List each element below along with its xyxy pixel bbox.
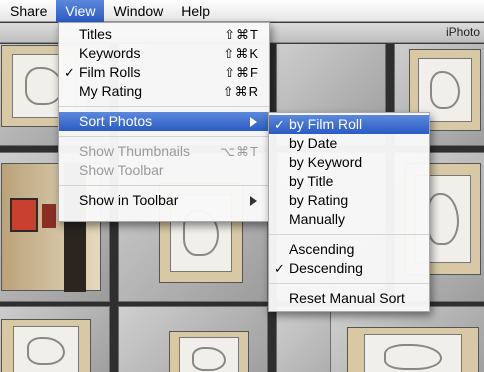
menu-item-label: Show Toolbar bbox=[79, 162, 164, 178]
menu-bar: Share View Window Help bbox=[0, 0, 484, 22]
menu-item-label: Reset Manual Sort bbox=[289, 290, 405, 306]
menu-item-by-title[interactable]: by Title bbox=[269, 172, 429, 191]
checkmark-icon: ✓ bbox=[64, 65, 75, 80]
menu-window[interactable]: Window bbox=[104, 0, 172, 22]
menu-item-my-rating[interactable]: My Rating ⇧⌘R bbox=[59, 82, 269, 101]
shortcut-label: ⇧⌘T bbox=[224, 27, 259, 42]
menu-share[interactable]: Share bbox=[0, 0, 56, 22]
menu-item-descending[interactable]: ✓ Descending bbox=[269, 259, 429, 278]
menu-separator bbox=[59, 185, 269, 186]
menu-item-label: My Rating bbox=[79, 83, 143, 99]
menu-item-keywords[interactable]: Keywords ⇧⌘K bbox=[59, 44, 269, 63]
menu-item-titles[interactable]: Titles ⇧⌘T bbox=[59, 25, 269, 44]
menu-separator bbox=[59, 136, 269, 137]
checkmark-icon: ✓ bbox=[274, 117, 285, 132]
menu-item-sort-photos[interactable]: Sort Photos bbox=[59, 112, 269, 131]
menu-item-by-rating[interactable]: by Rating bbox=[269, 191, 429, 210]
menu-help[interactable]: Help bbox=[172, 0, 219, 22]
thumbnail[interactable] bbox=[118, 306, 268, 372]
view-menu: Titles ⇧⌘T Keywords ⇧⌘K ✓ Film Rolls ⇧⌘F… bbox=[58, 22, 270, 222]
menu-item-by-film-roll[interactable]: ✓ by Film Roll bbox=[269, 115, 429, 134]
photo bbox=[1, 319, 91, 372]
menu-item-by-keyword[interactable]: by Keyword bbox=[269, 153, 429, 172]
shortcut-label: ⇧⌘F bbox=[224, 65, 259, 80]
menu-item-label: by Rating bbox=[289, 192, 349, 208]
thumbnail[interactable] bbox=[0, 306, 110, 372]
menu-item-label: Show Thumbnails bbox=[79, 143, 191, 159]
window-title: iPhoto bbox=[445, 25, 480, 39]
menu-item-label: Titles bbox=[79, 26, 112, 42]
menu-separator bbox=[59, 106, 269, 107]
menu-item-label: Manually bbox=[289, 211, 346, 227]
menu-item-label: Sort Photos bbox=[79, 113, 153, 129]
menu-view[interactable]: View bbox=[56, 0, 105, 22]
menu-item-label: by Film Roll bbox=[289, 116, 363, 132]
shortcut-label: ⌥⌘T bbox=[220, 144, 259, 159]
thumbnail[interactable] bbox=[330, 306, 484, 372]
shortcut-label: ⇧⌘R bbox=[222, 84, 259, 99]
menu-item-show-toolbar: Show Toolbar bbox=[59, 161, 269, 180]
menu-item-label: by Title bbox=[289, 173, 334, 189]
menu-item-manually[interactable]: Manually bbox=[269, 210, 429, 229]
menu-item-label: by Keyword bbox=[289, 154, 363, 170]
menu-item-label: Film Rolls bbox=[79, 64, 141, 80]
menu-item-show-thumbnails: Show Thumbnails ⌥⌘T bbox=[59, 142, 269, 161]
menu-item-label: Ascending bbox=[289, 241, 355, 257]
menu-item-reset-manual-sort[interactable]: Reset Manual Sort bbox=[269, 289, 429, 308]
photo bbox=[347, 327, 479, 372]
checkmark-icon: ✓ bbox=[274, 261, 285, 276]
menu-item-label: Keywords bbox=[79, 45, 141, 61]
menu-item-label: Descending bbox=[289, 260, 363, 276]
submenu-arrow-icon bbox=[250, 196, 257, 206]
menu-item-label: by Date bbox=[289, 135, 338, 151]
menu-item-ascending[interactable]: Ascending bbox=[269, 240, 429, 259]
submenu-arrow-icon bbox=[250, 117, 257, 127]
photo bbox=[169, 331, 249, 372]
shortcut-label: ⇧⌘K bbox=[223, 46, 259, 61]
menu-separator bbox=[269, 283, 429, 284]
menu-item-by-date[interactable]: by Date bbox=[269, 134, 429, 153]
menu-item-label: Show in Toolbar bbox=[79, 192, 179, 208]
menu-item-film-rolls[interactable]: ✓ Film Rolls ⇧⌘F bbox=[59, 63, 269, 82]
menu-separator bbox=[269, 234, 429, 235]
sort-photos-submenu: ✓ by Film Roll by Date by Keyword by Tit… bbox=[268, 112, 430, 312]
menu-item-show-in-toolbar[interactable]: Show in Toolbar bbox=[59, 191, 269, 210]
